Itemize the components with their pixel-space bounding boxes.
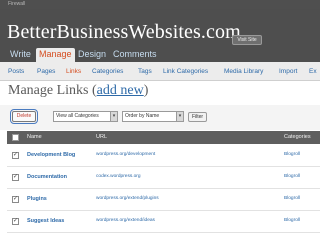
row-checkbox[interactable]: ✓ [12, 218, 19, 225]
link-name[interactable]: Suggest Ideas [27, 218, 64, 224]
link-category[interactable]: Blogroll [284, 218, 300, 223]
column-name[interactable]: Name [27, 131, 42, 144]
row-checkbox[interactable]: ✓ [12, 196, 19, 203]
subnav-import[interactable]: Import [279, 68, 297, 75]
link-category[interactable]: Blogroll [284, 152, 300, 157]
table-header: Name URL Categories [7, 131, 320, 144]
subnav-link-categories[interactable]: Link Categories [163, 68, 208, 75]
subnav-export[interactable]: Ex [309, 68, 317, 75]
subnav-links[interactable]: Links [66, 68, 81, 75]
subnav-posts[interactable]: Posts [8, 68, 24, 75]
link-category[interactable]: Blogroll [284, 196, 300, 201]
link-category[interactable]: Blogroll [284, 174, 300, 179]
tab-write[interactable]: Write [7, 48, 34, 61]
page-title-text: Manage Links [8, 83, 89, 98]
subnav-media-library[interactable]: Media Library [224, 68, 263, 75]
site-header: BetterBusinessWebsites.com Visit Site [0, 9, 320, 46]
link-url[interactable]: codex.wordpress.org [96, 174, 141, 179]
table-row: ✓ Plugins wordpress.org/extend/plugins B… [7, 189, 320, 211]
filter-button[interactable]: Filter [188, 112, 207, 122]
sub-nav: Posts Pages Links Categories Tags Link C… [0, 62, 320, 81]
tab-manage[interactable]: Manage [36, 48, 75, 62]
subnav-tags[interactable]: Tags [138, 68, 152, 75]
tab-comments[interactable]: Comments [110, 48, 160, 61]
column-categories[interactable]: Categories [284, 131, 311, 144]
column-url[interactable]: URL [96, 131, 107, 144]
link-name[interactable]: Development Blog [27, 152, 75, 158]
window-title: Firewall [8, 1, 26, 7]
link-url[interactable]: wordpress.org/extend/plugins [96, 196, 159, 201]
link-name[interactable]: Plugins [27, 196, 47, 202]
window-title-bar: Firewall [0, 0, 320, 9]
row-checkbox[interactable]: ✓ [12, 174, 19, 181]
link-url[interactable]: wordpress.org/extend/ideas [96, 218, 155, 223]
visit-site-button[interactable]: Visit Site [232, 35, 262, 45]
category-select-value: View all Categories [56, 113, 99, 119]
subnav-categories[interactable]: Categories [92, 68, 123, 75]
table-row: ✓ Suggest Ideas wordpress.org/extend/ide… [7, 211, 320, 233]
link-url[interactable]: wordpress.org/development [96, 152, 155, 157]
subnav-pages[interactable]: Pages [37, 68, 55, 75]
table-row: ✓ Development Blog wordpress.org/develop… [7, 145, 320, 167]
chevron-down-icon: ▾ [110, 112, 117, 121]
category-select[interactable]: View all Categories ▾ [53, 111, 118, 122]
table-row: ✓ Documentation codex.wordpress.org Blog… [7, 167, 320, 189]
delete-button[interactable]: Delete [10, 109, 38, 124]
select-all-checkbox[interactable] [12, 134, 19, 141]
tab-design[interactable]: Design [75, 48, 109, 61]
link-name[interactable]: Documentation [27, 174, 67, 180]
page-title: Manage Links (add new) [8, 83, 149, 98]
row-checkbox[interactable]: ✓ [12, 152, 19, 159]
order-select[interactable]: Order by Name ▾ [122, 111, 184, 122]
order-select-value: Order by Name [125, 113, 160, 119]
site-title[interactable]: BetterBusinessWebsites.com [7, 21, 241, 44]
chevron-down-icon: ▾ [176, 112, 183, 121]
add-new-link[interactable]: add new [97, 83, 144, 98]
main-nav: Write Manage Design Comments [0, 46, 320, 62]
